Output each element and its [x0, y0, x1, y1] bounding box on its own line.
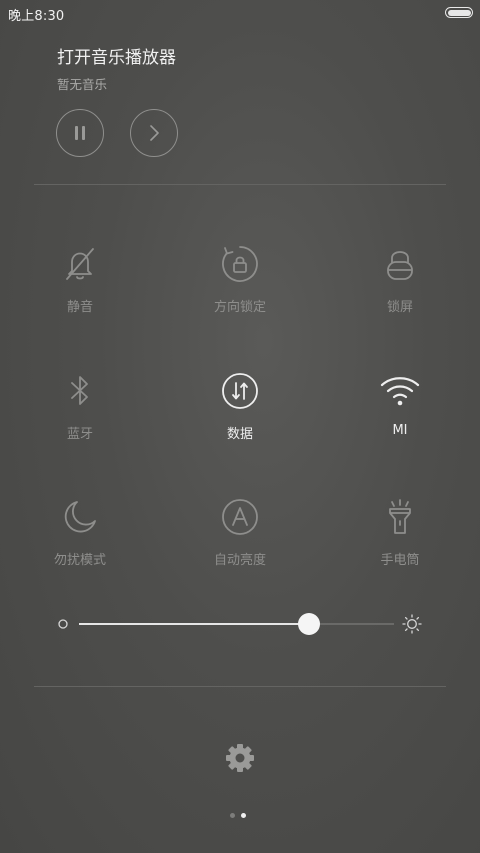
tile-label: 自动亮度: [213, 553, 266, 568]
tile-label: 锁屏: [386, 300, 413, 315]
rotation-lock-icon: [222, 246, 258, 282]
slider-thumb[interactable]: [297, 613, 320, 635]
battery-full-icon: [445, 7, 473, 18]
brightness-low-icon: [58, 619, 68, 629]
status-bar: 晚上8:30: [0, 0, 480, 26]
divider-top: [34, 184, 446, 185]
page-dot-2[interactable]: [241, 813, 246, 818]
pause-icon: [75, 126, 85, 140]
tile-bluetooth[interactable]: 蓝牙: [20, 371, 140, 442]
brightness-slider[interactable]: [50, 606, 430, 642]
divider-bottom: [34, 686, 446, 687]
flashlight-icon: [389, 499, 411, 534]
auto-brightness-icon: [222, 499, 258, 535]
tile-lock-screen[interactable]: 锁屏: [340, 244, 460, 315]
tile-flashlight[interactable]: 手电筒: [340, 497, 460, 568]
music-widget[interactable]: 打开音乐播放器 暂无音乐: [57, 43, 176, 93]
lock-icon: [387, 251, 413, 280]
tile-mobile-data[interactable]: 数据: [180, 371, 300, 442]
moon-icon: [64, 501, 96, 533]
music-controls: [56, 109, 178, 157]
music-subtitle: 暂无音乐: [57, 77, 108, 92]
bluetooth-icon: [71, 376, 88, 405]
pause-button[interactable]: [56, 109, 104, 157]
tile-wifi[interactable]: MI: [340, 371, 460, 438]
gear-icon[interactable]: [224, 742, 256, 774]
mobile-data-icon: [222, 373, 258, 409]
tile-label: MI: [392, 423, 408, 438]
bell-off-icon: [66, 248, 94, 280]
next-button[interactable]: [130, 109, 178, 157]
next-chevron-icon: [150, 125, 159, 141]
brightness-high-icon: [402, 614, 422, 634]
tile-label: 蓝牙: [66, 427, 93, 442]
wifi-icon: [380, 377, 420, 406]
music-title[interactable]: 打开音乐播放器: [57, 43, 176, 68]
tile-mute[interactable]: 静音: [20, 244, 140, 315]
tile-label: 方向锁定: [213, 300, 266, 315]
tile-rotation-lock[interactable]: 方向锁定: [180, 244, 300, 315]
tile-label: 勿扰模式: [53, 553, 106, 568]
page-dot-1[interactable]: [230, 813, 235, 818]
slider-track[interactable]: [79, 613, 394, 635]
tile-auto-brightness[interactable]: 自动亮度: [180, 497, 300, 568]
tile-do-not-disturb[interactable]: 勿扰模式: [20, 497, 140, 568]
tile-label: 手电筒: [380, 553, 420, 568]
battery-fill: [447, 9, 471, 16]
tile-label: 数据: [226, 427, 253, 442]
page-indicator: [230, 813, 246, 818]
tile-label: 静音: [66, 300, 93, 315]
status-time: 晚上8:30: [8, 9, 65, 24]
slider-fill: [79, 623, 309, 625]
